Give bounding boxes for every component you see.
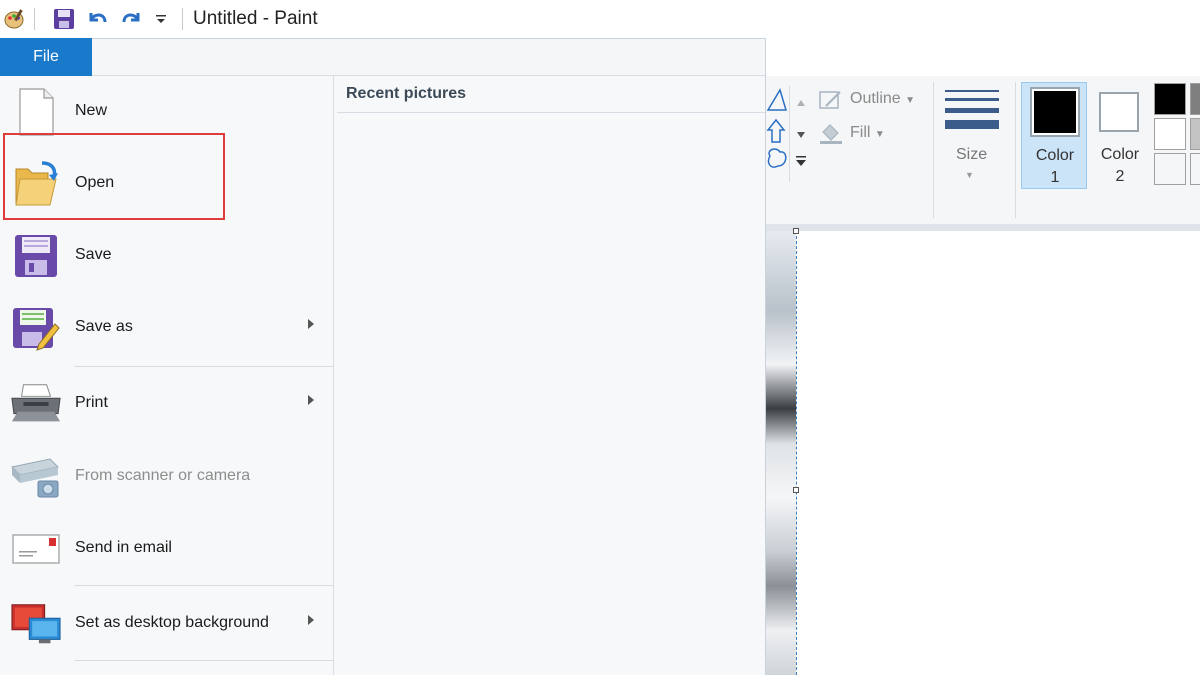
floppy-disk-icon (10, 230, 62, 282)
menu-item-label: Set as desktop background (75, 614, 269, 631)
shapes-gallery (766, 86, 788, 178)
size-label: Size (956, 146, 988, 163)
recent-pictures-list (337, 113, 765, 673)
window-title: Untitled - Paint (193, 8, 318, 29)
resize-handle[interactable] (793, 228, 799, 234)
line-size-icon[interactable] (945, 88, 999, 132)
color2-swatch (1099, 92, 1139, 132)
qat-dropdown-icon[interactable] (148, 6, 174, 32)
color2-label: Color (1100, 146, 1140, 163)
menu-item-save-as[interactable]: Save as (0, 292, 334, 364)
menu-separator (74, 585, 334, 586)
email-envelope-icon (10, 523, 62, 575)
outline-icon (818, 88, 844, 112)
submenu-arrow-icon (308, 615, 314, 625)
recent-pictures-heading: Recent pictures (346, 85, 467, 102)
scanner-camera-icon (10, 451, 62, 503)
color1-number: 1 (1050, 169, 1060, 186)
blank-page-icon (10, 86, 62, 138)
fill-button[interactable]: Fill ▼ (850, 124, 885, 142)
palette-swatch-empty[interactable] (1190, 153, 1200, 185)
floppy-disk-icon[interactable] (51, 6, 77, 32)
color2-number: 2 (1115, 168, 1125, 185)
menu-separator (74, 660, 334, 661)
fill-label: Fill (850, 124, 871, 141)
save-highlight-box (3, 133, 225, 220)
ribbon-separator (1015, 82, 1016, 218)
menu-item-label: Save as (75, 318, 133, 335)
outline-label: Outline (850, 90, 901, 107)
chevron-down-icon: ▼ (874, 129, 885, 140)
undo-arrow-icon[interactable] (84, 6, 110, 32)
canvas-area[interactable] (766, 231, 1200, 675)
menu-item-label: New (75, 102, 108, 119)
menu-item-save[interactable]: Save (0, 220, 334, 292)
qat-separator (34, 8, 35, 30)
ribbon-border (766, 224, 1200, 231)
outline-button[interactable]: Outline ▼ (850, 90, 915, 108)
resize-handle[interactable] (793, 487, 799, 493)
palette-swatch-empty[interactable] (1154, 153, 1186, 185)
chevron-down-icon: ▼ (965, 170, 974, 180)
palette-swatch-gray[interactable] (1190, 83, 1200, 115)
menu-item-print[interactable]: Print (0, 368, 334, 440)
palette-swatch-black[interactable] (1154, 83, 1186, 115)
file-menu-header (92, 38, 766, 76)
file-tab-label: File (33, 48, 59, 65)
menu-item-send-email[interactable]: Send in email (0, 513, 334, 585)
chevron-down-icon: ▼ (905, 95, 916, 106)
file-tab[interactable]: File (0, 38, 92, 76)
save-as-icon (10, 302, 62, 354)
color1-button[interactable]: Color 1 (1021, 82, 1087, 189)
palette-swatch-white[interactable] (1154, 118, 1186, 150)
desktop-monitor-icon (10, 598, 62, 650)
submenu-arrow-icon (308, 395, 314, 405)
menu-separator (74, 366, 334, 367)
menu-item-label: Save (75, 246, 112, 263)
menu-item-label: Send in email (75, 539, 172, 556)
submenu-arrow-icon (308, 319, 314, 329)
fill-bucket-icon (818, 120, 844, 146)
palette-swatch-lightgray[interactable] (1190, 118, 1200, 150)
paint-palette-icon[interactable] (2, 6, 28, 32)
menu-item-set-desktop-background[interactable]: Set as desktop background (0, 588, 334, 660)
color2-button[interactable]: Color 2 (1087, 82, 1153, 189)
shapes-scroll[interactable] (789, 86, 811, 182)
qat-separator (182, 8, 183, 30)
canvas-image (766, 231, 796, 675)
menu-item-from-scanner: From scanner or camera (0, 441, 334, 513)
selection-border (796, 231, 797, 675)
menu-item-label: From scanner or camera (75, 467, 251, 484)
menu-item-label: Print (75, 394, 108, 411)
color1-label: Color (1035, 147, 1075, 164)
ribbon-separator (933, 82, 934, 218)
printer-icon (10, 378, 62, 430)
title-bar: Untitled - Paint (0, 0, 1200, 38)
redo-arrow-icon[interactable] (119, 6, 145, 32)
color1-swatch (1030, 87, 1080, 137)
